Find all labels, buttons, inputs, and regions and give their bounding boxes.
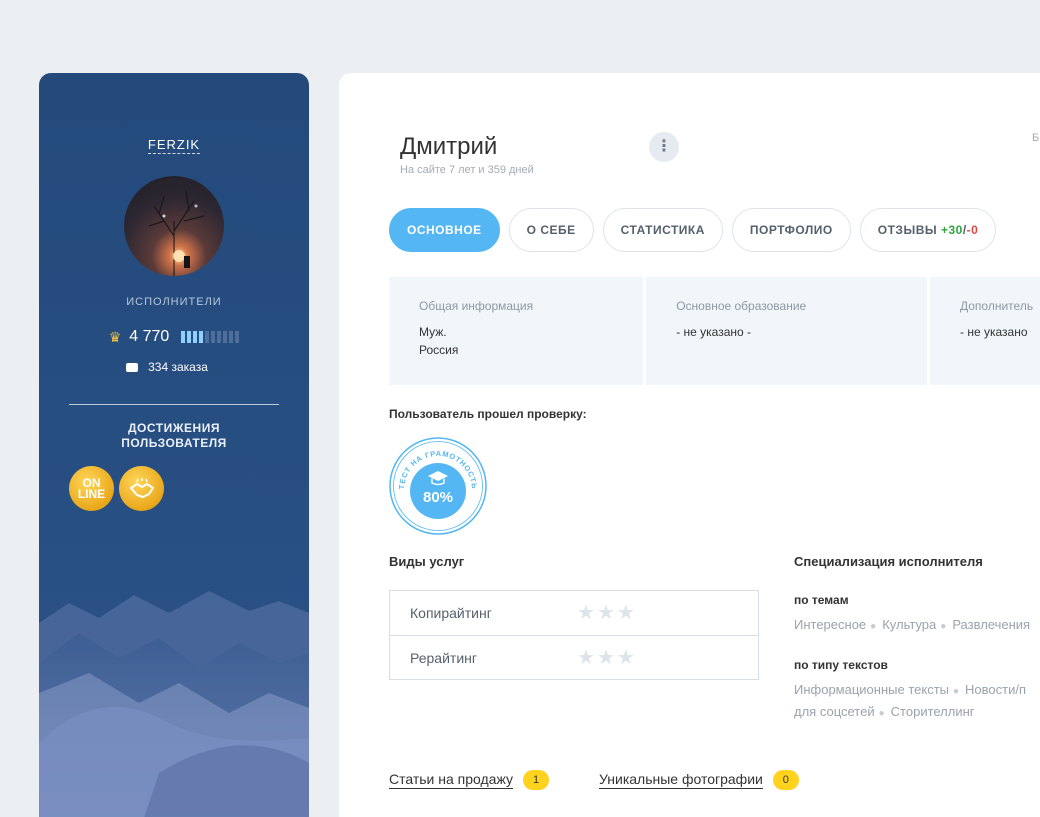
service-row: Копирайтинг ★ ★ ★ [390, 591, 758, 635]
achievement-badges: ON LINE [69, 466, 309, 511]
text-type-tags: Информационные тексты ● Новости/п [794, 682, 1027, 697]
services-table: Копирайтинг ★ ★ ★ Рерайтинг ★ ★ ★ [389, 590, 759, 680]
rating-level-bars [181, 331, 240, 343]
reviews-positive: +30 [940, 223, 963, 237]
profile-tabs: ОСНОВНОЕ О СЕБЕ СТАТИСТИКА ПОРТФОЛИО ОТЗ… [389, 208, 997, 252]
articles-for-sale-link[interactable]: Статьи на продажу [389, 771, 513, 789]
rating-bar [235, 331, 240, 343]
rating-value: 4 770 [129, 328, 170, 345]
star-icon: ★ [616, 602, 635, 624]
achievements-title: ДОСТИЖЕНИЯ ПОЛЬЗОВАТЕЛЯ [121, 421, 227, 450]
info-strip: Общая информация Муж. Россия Основное об… [389, 277, 1040, 385]
tab-reviews-label: ОТЗЫВЫ [877, 223, 938, 237]
info-label: Дополнитель [960, 299, 1034, 313]
profile-main: Дмитрий На сайте 7 лет и 359 дней ⋮ Б ОС… [339, 73, 1040, 817]
tag-link[interactable]: для соцсетей [794, 704, 875, 719]
text-types-title: по типу текстов [794, 658, 888, 672]
specialization-title: Специализация исполнителя [794, 554, 983, 569]
profile-sidebar: FERZIK ИСПОЛНИТЕЛИ ♛ 4 770 334 заказа ДО… [39, 73, 309, 817]
briefcase-icon [126, 362, 139, 372]
articles-count-badge: 1 [523, 770, 549, 790]
star-icon: ★ [616, 646, 635, 669]
online-badge[interactable]: ON LINE [69, 466, 114, 511]
orders-count: 334 заказа [39, 360, 309, 374]
tag-link[interactable]: Информационные тексты [794, 682, 949, 697]
star-icon: ★ [596, 602, 615, 624]
services-title: Виды услуг [389, 554, 465, 569]
more-options-button[interactable]: ⋮ [649, 132, 679, 162]
stamp-percent: 80% [423, 489, 453, 506]
avatar[interactable] [124, 176, 224, 276]
orders-text: 334 заказа [148, 360, 208, 374]
rating-bar [187, 331, 192, 343]
tag-link[interactable]: Развлечения [952, 617, 1030, 632]
text-type-tags: для соцсетей ● Сторителлинг [794, 704, 975, 719]
tab-portfolio[interactable]: ПОРТФОЛИО [731, 208, 851, 252]
service-name: Копирайтинг [410, 605, 492, 621]
info-education: Основное образование - не указано - [646, 277, 927, 385]
tag-link[interactable]: Новости/п [965, 682, 1026, 697]
tag-link[interactable]: Сторителлинг [891, 704, 975, 719]
info-general: Общая информация Муж. Россия [389, 277, 644, 385]
country: Россия [419, 343, 459, 357]
star-icon: ★ [596, 646, 615, 669]
rating-bar [181, 331, 186, 343]
rating-bar [199, 331, 204, 343]
profile-name: Дмитрий [400, 133, 498, 160]
divider [69, 404, 279, 405]
tab-main[interactable]: ОСНОВНОЕ [389, 208, 500, 252]
rating-bar [205, 331, 210, 343]
tab-statistics[interactable]: СТАТИСТИКА [602, 208, 723, 252]
star-icon: ★ [577, 646, 595, 669]
rating-bar [193, 331, 198, 343]
tag-link[interactable]: Культура [882, 617, 936, 632]
rating-bar [211, 331, 216, 343]
tab-reviews[interactable]: ОТЗЫВЫ +30/-0 [859, 208, 997, 252]
info-label: Основное образование [676, 299, 807, 313]
rating-bar [229, 331, 234, 343]
tag-link[interactable]: Интересное [794, 617, 866, 632]
info-value: - не указано - [676, 325, 752, 339]
unique-photos-link[interactable]: Уникальные фотографии [599, 771, 763, 789]
info-additional: Дополнитель - не указано [930, 277, 1040, 385]
service-stars: ★ ★ ★ [577, 603, 635, 623]
rating-bar [223, 331, 228, 343]
user-role: ИСПОЛНИТЕЛИ [126, 296, 222, 308]
tab-about[interactable]: О СЕБЕ [508, 208, 594, 252]
grammar-test-stamp[interactable]: ТЕСТ НА ГРАМОТНОСТЬ 80% [388, 436, 488, 536]
gender: Муж. [419, 325, 447, 339]
avatar-photo [148, 190, 205, 276]
info-value: - не указано [960, 325, 1028, 339]
service-row: Рерайтинг ★ ★ ★ [390, 635, 758, 679]
reviews-negative: -0 [966, 223, 979, 237]
topic-tags: Интересное ● Культура ● Развлечения [794, 617, 1031, 632]
service-name: Рерайтинг [410, 649, 477, 666]
handshake-icon[interactable] [119, 466, 164, 511]
rating: ♛ 4 770 [39, 328, 309, 346]
verification-title: Пользователь прошел проверку: [389, 407, 587, 421]
bottom-links: Статьи на продажу 1 Уникальные фотографи… [389, 770, 799, 790]
star-icon: ★ [577, 602, 595, 624]
photos-count-badge: 0 [772, 770, 799, 790]
crown-icon: ♛ [108, 328, 122, 345]
header-right-text: Б [1032, 132, 1040, 144]
rating-bar [217, 331, 222, 343]
mountain-background [39, 591, 309, 817]
info-value: Муж. Россия [419, 323, 613, 359]
info-label: Общая информация [419, 299, 534, 313]
topics-title: по темам [794, 593, 849, 607]
service-stars: ★ ★ ★ [577, 648, 635, 668]
member-since: На сайте 7 лет и 359 дней [400, 164, 534, 176]
username-link[interactable]: FERZIK [147, 137, 201, 154]
